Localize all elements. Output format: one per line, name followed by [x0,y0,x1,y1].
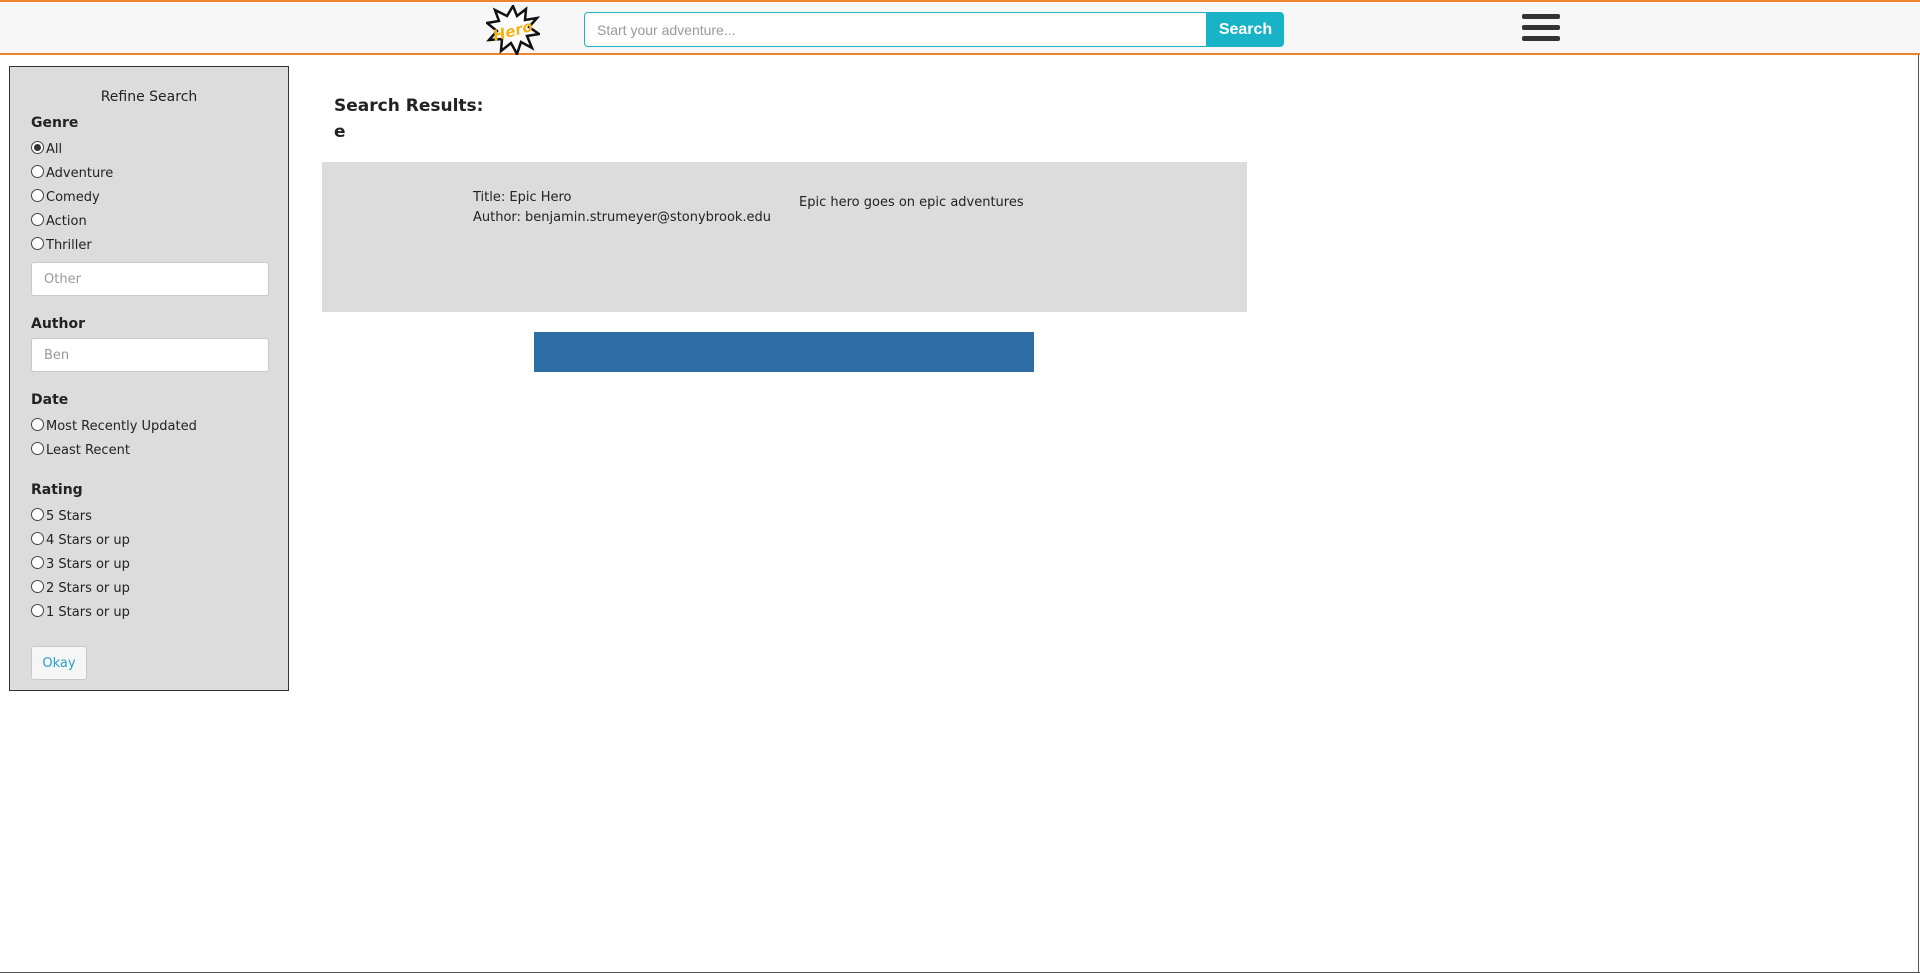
search-results-header: Search Results: e [334,93,483,145]
date-group: Date Most Recently Updated Least Recent [31,392,267,462]
result-description: Epic hero goes on epic adventures [799,195,1024,210]
radio-icon[interactable] [31,555,44,569]
date-option-most-recent[interactable]: Most Recently Updated [31,414,267,438]
hamburger-icon[interactable] [1522,14,1560,46]
rating-option-4[interactable]: 4 Stars or up [31,528,267,552]
radio-icon[interactable] [31,579,44,593]
genre-option-thriller[interactable]: Thriller [31,233,267,257]
rating-option-3[interactable]: 3 Stars or up [31,552,267,576]
rating-option-2[interactable]: 2 Stars or up [31,576,267,600]
search-button[interactable]: Search [1207,12,1284,47]
radio-icon[interactable] [31,531,44,545]
radio-icon[interactable] [31,236,44,250]
rating-option-5[interactable]: 5 Stars [31,504,267,528]
radio-icon[interactable] [31,212,44,226]
search-input[interactable] [584,12,1207,47]
radio-icon[interactable] [31,164,44,178]
search-query: e [334,122,346,142]
genre-label: Genre [31,115,79,131]
pagination-bar[interactable] [534,332,1034,372]
genre-option-action[interactable]: Action [31,209,267,233]
search-bar: Search [584,12,1284,47]
radio-icon[interactable] [31,603,44,617]
genre-option-all[interactable]: All [31,137,267,161]
radio-icon[interactable] [31,188,44,202]
author-group: Author Ben [31,316,269,372]
search-results-title: Search Results: [334,96,484,116]
hero-logo[interactable]: Hero [484,3,543,58]
rating-group: Rating 5 Stars 4 Stars or up 3 Stars or … [31,482,267,624]
result-author: Author: benjamin.strumeyer@stonybrook.ed… [473,210,772,225]
genre-option-comedy[interactable]: Comedy [31,185,267,209]
author-label: Author [31,316,85,332]
window-edge [1918,55,1919,973]
top-navbar: Hero Search [0,0,1920,58]
radio-icon[interactable] [31,507,44,521]
date-label: Date [31,392,69,408]
result-meta: Title: Epic Hero Author: benjamin.strume… [473,188,771,228]
radio-icon[interactable] [31,441,44,455]
genre-option-adventure[interactable]: Adventure [31,161,267,185]
genre-group: Genre All Adventure Comedy Action Thrill… [31,115,269,296]
result-card[interactable]: Title: Epic Hero Author: benjamin.strume… [322,162,1247,312]
radio-icon[interactable] [31,417,44,431]
okay-button[interactable]: Okay [31,646,87,680]
refine-search-title: Refine Search [100,89,198,105]
date-option-least-recent[interactable]: Least Recent [31,438,267,462]
refine-search-panel: Refine Search Genre All Adventure Comedy… [9,66,289,691]
genre-other-input[interactable]: Other [31,262,269,296]
rating-label: Rating [31,482,83,498]
radio-icon[interactable] [31,140,44,154]
author-input[interactable]: Ben [31,338,269,372]
rating-option-1[interactable]: 1 Stars or up [31,600,267,624]
result-title[interactable]: Title: Epic Hero [473,188,771,208]
